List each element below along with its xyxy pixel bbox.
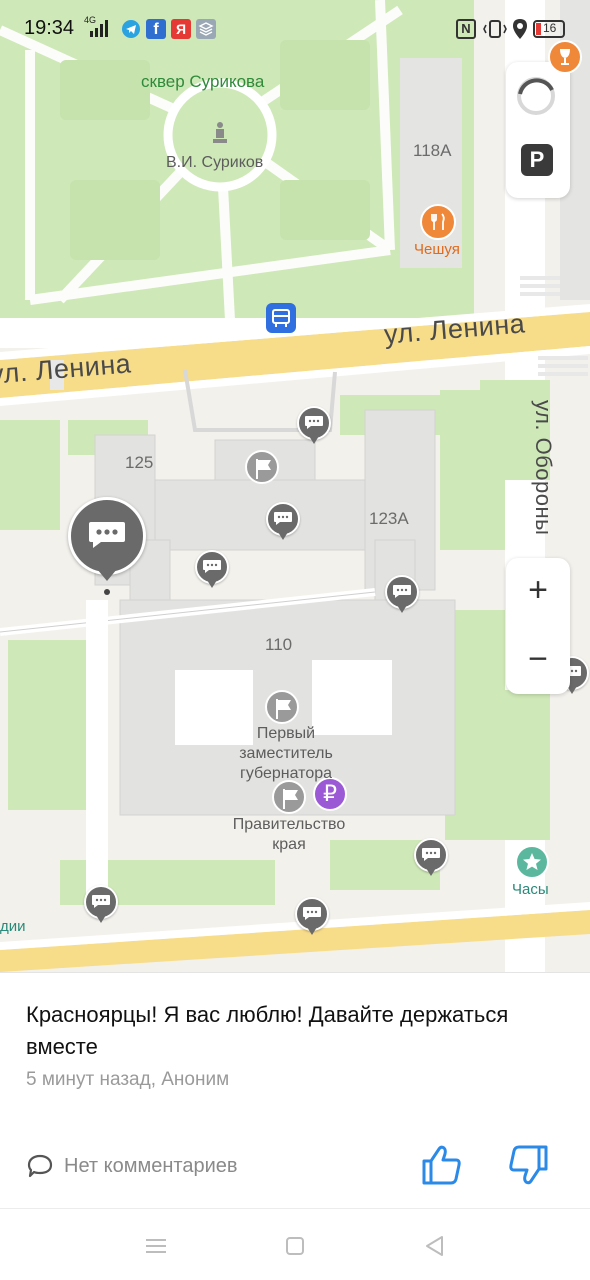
chat-pin-tail xyxy=(307,927,317,935)
network-type: 4G xyxy=(84,15,97,25)
comments-label: Нет комментариев xyxy=(64,1154,238,1177)
poi-label-clock[interactable]: Часы xyxy=(512,881,549,898)
restaurant-poi-icon[interactable] xyxy=(420,204,456,240)
zoom-out-button[interactable]: − xyxy=(506,626,570,694)
street-label-oborony-text: ул. Обороны xyxy=(531,400,556,536)
chat-bubble-icon xyxy=(274,512,292,525)
home-nav-icon[interactable] xyxy=(280,1231,310,1261)
poi-label-cheshuya[interactable]: Чешуя xyxy=(414,241,460,258)
monument-icon xyxy=(212,122,228,149)
government-flag-icon[interactable] xyxy=(245,450,279,484)
battery-level xyxy=(536,23,541,35)
facebook-icon: f xyxy=(146,19,166,39)
signal-icon: 4G xyxy=(84,15,112,39)
chat-pin[interactable] xyxy=(84,885,118,925)
post-card: Красноярцы! Я вас люблю! Давайте держать… xyxy=(0,972,590,1208)
building-number-123a: 123А xyxy=(369,509,409,528)
post-text: Красноярцы! Я вас люблю! Давайте держать… xyxy=(26,1002,509,1059)
poi-label-first-deputy[interactable]: Первый заместитель губернатора xyxy=(226,724,346,784)
back-nav-icon[interactable] xyxy=(420,1231,450,1261)
selected-chat-pin[interactable] xyxy=(68,497,146,597)
government-flag-icon[interactable] xyxy=(265,690,299,724)
battery-icon: 16 xyxy=(533,20,565,38)
nfc-icon: N xyxy=(456,19,476,39)
chat-pin-tail xyxy=(309,436,319,444)
parking-button[interactable]: P xyxy=(521,144,553,176)
chat-pin[interactable] xyxy=(295,897,329,937)
street-label-oborony: ул. Обороны xyxy=(468,400,556,535)
chat-bubble-icon xyxy=(393,585,411,598)
chat-pin-tail xyxy=(96,915,106,923)
dislike-button[interactable] xyxy=(504,1141,552,1189)
building-number-125: 125 xyxy=(125,453,154,472)
poi-label-government[interactable]: Правительство края xyxy=(222,815,356,855)
chat-pin[interactable] xyxy=(414,838,448,878)
location-icon xyxy=(512,18,528,40)
chat-bubble-icon xyxy=(92,895,110,908)
selected-pin-dot xyxy=(104,589,110,595)
chat-bubble-icon xyxy=(89,522,125,548)
vibrate-icon xyxy=(482,19,508,39)
zoom-in-button[interactable]: + xyxy=(506,558,570,626)
layers-icon xyxy=(196,19,216,39)
chat-pin-tail xyxy=(207,580,217,588)
monument-label: В.И. Суриков xyxy=(166,154,264,171)
status-bar: 19:34 4G f Я N 16 xyxy=(0,0,590,58)
chat-pin[interactable] xyxy=(297,406,331,446)
telegram-icon xyxy=(122,20,140,38)
bus-stop-icon[interactable] xyxy=(266,303,296,333)
poi-label-left-edge: дии xyxy=(0,918,26,935)
chat-pin-tail xyxy=(426,868,436,876)
comments-button[interactable]: Нет комментариев xyxy=(26,1151,238,1181)
status-time: 19:34 xyxy=(24,17,75,39)
chat-bubble-icon xyxy=(303,907,321,920)
building-number-110: 110 xyxy=(265,635,293,654)
thumbs-up-icon xyxy=(422,1145,461,1185)
battery-percent: 16 xyxy=(543,21,557,35)
chat-bubble-icon xyxy=(422,848,440,861)
map-controls-panel: P xyxy=(506,62,570,198)
chat-pin[interactable] xyxy=(385,575,419,615)
yandex-icon: Я xyxy=(171,19,191,39)
star-poi-icon[interactable] xyxy=(515,845,549,879)
like-button[interactable] xyxy=(418,1141,466,1189)
thumbs-down-icon xyxy=(509,1145,548,1185)
chat-pin[interactable] xyxy=(266,502,300,542)
chat-pin-tail xyxy=(278,532,288,540)
government-flag-icon[interactable] xyxy=(272,780,306,814)
selected-pin-tail xyxy=(97,569,117,581)
chat-pin[interactable] xyxy=(195,550,229,590)
system-nav-bar xyxy=(0,1208,590,1280)
compass-icon[interactable] xyxy=(516,76,556,116)
menu-nav-icon[interactable] xyxy=(141,1231,171,1261)
park-label: сквер Сурикова xyxy=(141,72,265,91)
chat-bubble-icon xyxy=(305,416,323,429)
post-meta: 5 минут назад, Аноним xyxy=(26,1069,230,1090)
zoom-controls: + − xyxy=(506,558,570,694)
chat-bubble-icon xyxy=(203,560,221,573)
building-number-118a: 118А xyxy=(413,141,452,160)
chat-pin-tail xyxy=(397,605,407,613)
map-view[interactable]: сквер Сурикова В.И. Суриков 118А Чешуя у… xyxy=(0,0,590,972)
speech-bubble-icon xyxy=(27,1154,53,1178)
